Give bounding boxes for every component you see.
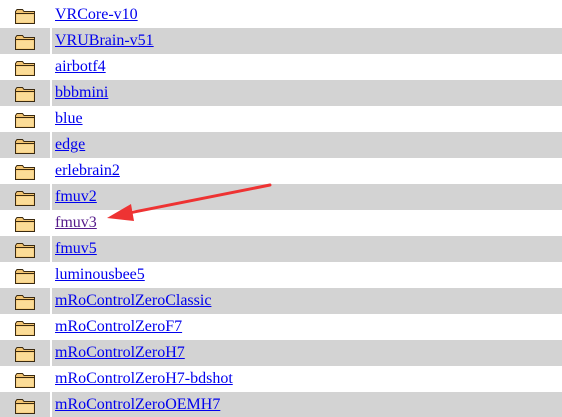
directory-link-VRCore-v10[interactable]: VRCore-v10 [55, 6, 138, 24]
folder-icon [15, 9, 35, 24]
icon-cell [0, 288, 50, 314]
list-item-VRUBrain-v51: VRUBrain-v51 [0, 28, 562, 54]
icon-cell [0, 262, 50, 288]
icon-cell [0, 80, 50, 106]
icon-cell [0, 392, 50, 417]
name-cell: erlebrain2 [52, 158, 562, 184]
name-cell: VRCore-v10 [52, 2, 562, 28]
icon-cell [0, 28, 50, 54]
directory-link-mRoControlZeroF7[interactable]: mRoControlZeroF7 [55, 318, 182, 336]
icon-cell [0, 314, 50, 340]
list-item-VRCore-v10: VRCore-v10 [0, 2, 562, 28]
directory-link-bbbmini[interactable]: bbbmini [55, 84, 108, 102]
name-cell: airbotf4 [52, 54, 562, 80]
folder-icon [15, 295, 35, 310]
directory-link-mRoControlZeroClassic[interactable]: mRoControlZeroClassic [55, 292, 211, 310]
folder-icon [15, 35, 35, 50]
directory-link-fmuv5[interactable]: fmuv5 [55, 240, 97, 258]
name-cell: fmuv5 [52, 236, 562, 262]
icon-cell [0, 158, 50, 184]
name-cell: blue [52, 106, 562, 132]
directory-link-mRoControlZeroH7-bdshot[interactable]: mRoControlZeroH7-bdshot [55, 370, 233, 388]
list-item-luminousbee5: luminousbee5 [0, 262, 562, 288]
folder-icon [15, 321, 35, 336]
list-item-blue: blue [0, 106, 562, 132]
folder-icon [15, 399, 35, 414]
name-cell: edge [52, 132, 562, 158]
name-cell: mRoControlZeroH7-bdshot [52, 366, 562, 392]
name-cell: VRUBrain-v51 [52, 28, 562, 54]
directory-link-erlebrain2[interactable]: erlebrain2 [55, 162, 120, 180]
directory-link-blue[interactable]: blue [55, 110, 83, 128]
icon-cell [0, 132, 50, 158]
folder-icon [15, 191, 35, 206]
name-cell: mRoControlZeroH7 [52, 340, 562, 366]
directory-link-airbotf4[interactable]: airbotf4 [55, 58, 106, 76]
list-item-airbotf4: airbotf4 [0, 54, 562, 80]
name-cell: fmuv3 [52, 210, 562, 236]
name-cell: mRoControlZeroF7 [52, 314, 562, 340]
list-item-edge: edge [0, 132, 562, 158]
list-item-erlebrain2: erlebrain2 [0, 158, 562, 184]
list-item-mRoControlZeroH7-bdshot: mRoControlZeroH7-bdshot [0, 366, 562, 392]
icon-cell [0, 340, 50, 366]
icon-cell [0, 54, 50, 80]
folder-icon [15, 61, 35, 76]
folder-icon [15, 139, 35, 154]
folder-icon [15, 87, 35, 102]
directory-link-fmuv2[interactable]: fmuv2 [55, 188, 97, 206]
icon-cell [0, 184, 50, 210]
directory-link-fmuv3[interactable]: fmuv3 [55, 214, 97, 232]
name-cell: bbbmini [52, 80, 562, 106]
list-item-bbbmini: bbbmini [0, 80, 562, 106]
list-item-mRoControlZeroF7: mRoControlZeroF7 [0, 314, 562, 340]
directory-link-mRoControlZeroH7[interactable]: mRoControlZeroH7 [55, 344, 185, 362]
directory-link-luminousbee5[interactable]: luminousbee5 [55, 266, 145, 284]
folder-icon [15, 347, 35, 362]
folder-icon [15, 269, 35, 284]
name-cell: mRoControlZeroClassic [52, 288, 562, 314]
directory-link-mRoControlZeroOEMH7[interactable]: mRoControlZeroOEMH7 [55, 396, 220, 414]
folder-icon [15, 113, 35, 128]
name-cell: mRoControlZeroOEMH7 [52, 392, 562, 417]
directory-listing: VRCore-v10 VRUBrain-v51 airbotf4 bbbmini… [0, 2, 562, 417]
directory-link-edge[interactable]: edge [55, 136, 85, 154]
icon-cell [0, 236, 50, 262]
list-item-fmuv2: fmuv2 [0, 184, 562, 210]
icon-cell [0, 106, 50, 132]
directory-link-VRUBrain-v51[interactable]: VRUBrain-v51 [55, 32, 154, 50]
list-item-mRoControlZeroOEMH7: mRoControlZeroOEMH7 [0, 392, 562, 417]
name-cell: luminousbee5 [52, 262, 562, 288]
name-cell: fmuv2 [52, 184, 562, 210]
icon-cell [0, 210, 50, 236]
list-item-fmuv5: fmuv5 [0, 236, 562, 262]
icon-cell [0, 366, 50, 392]
list-item-mRoControlZeroClassic: mRoControlZeroClassic [0, 288, 562, 314]
folder-icon [15, 217, 35, 232]
list-item-mRoControlZeroH7: mRoControlZeroH7 [0, 340, 562, 366]
folder-icon [15, 243, 35, 258]
folder-icon [15, 373, 35, 388]
folder-icon [15, 165, 35, 180]
list-item-fmuv3: fmuv3 [0, 210, 562, 236]
icon-cell [0, 2, 50, 28]
